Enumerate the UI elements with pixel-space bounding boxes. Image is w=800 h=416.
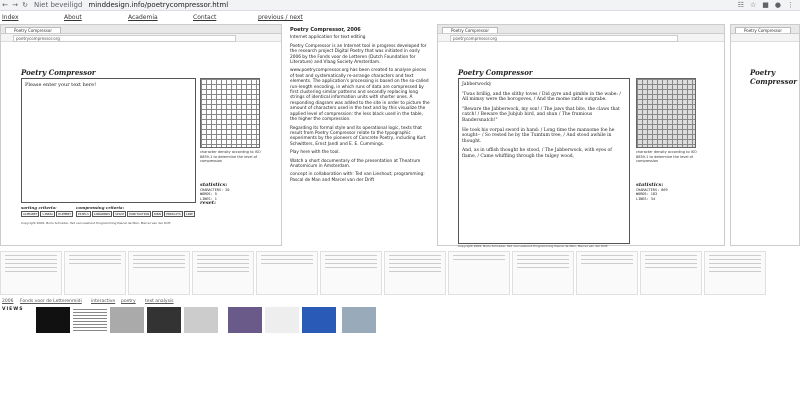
thumbnail[interactable] (704, 251, 766, 295)
thumbnail[interactable] (320, 251, 382, 295)
view-thumbnail[interactable] (184, 307, 218, 333)
desc-p4[interactable]: Watch a short documentary of the present… (290, 159, 430, 170)
thumbnail-strip (0, 251, 800, 296)
nav-about[interactable]: About (64, 14, 82, 21)
thumbnail[interactable] (192, 251, 254, 295)
view-thumbnail[interactable] (147, 307, 181, 333)
comp-punctuation-button[interactable]: PUNCTUATION (127, 211, 152, 217)
nav-prev-next[interactable]: previous / next (258, 14, 303, 21)
tag-link[interactable]: interactive (91, 299, 115, 304)
thumbnail[interactable] (384, 251, 446, 295)
profile-icon[interactable]: ● (775, 1, 781, 9)
security-label[interactable]: Niet beveiligd (34, 1, 82, 9)
comp-endigits-button[interactable]: ENDIGITS (164, 211, 183, 217)
thumbnail[interactable] (576, 251, 638, 295)
sort-lineal-button[interactable]: LINEAL (40, 211, 56, 217)
browser-toolbar: ← → ↻ Niet beveiligd minddesign.info/poe… (0, 0, 800, 11)
poem-title: Jabberwocky (462, 82, 492, 87)
view-thumbnail[interactable] (265, 307, 299, 333)
browser-tab: Poetry Compressor (5, 27, 61, 33)
thumbnail[interactable] (64, 251, 126, 295)
desc-heading: Poetry Compressor, 2006 (290, 27, 361, 33)
copyright-2: Copyright 2006. Boris Schrader, Ted van … (458, 244, 608, 248)
sort-alphabet-button[interactable]: ALPHABET (21, 211, 40, 217)
tag-link[interactable]: text analysis (145, 299, 174, 304)
statistics-2: statistics: CHARACTERS: 869 WORDS: 183 L… (636, 183, 668, 201)
statistics: statistics: CHARACTERS: 20 WORDS: 5 LINE… (200, 183, 230, 206)
translate-icon[interactable]: ☷ (738, 1, 744, 9)
comp-pixels-button[interactable]: PIXELS (76, 211, 91, 217)
star-icon[interactable]: ☆ (750, 1, 756, 9)
sorting-label: sorting criteria: (21, 205, 57, 210)
view-thumbnail[interactable] (302, 307, 336, 333)
tag-link[interactable]: poetry (121, 299, 136, 304)
project-description: Poetry Compressor, 2006 Internet applica… (290, 27, 430, 186)
sort-buttons: ALPHABET LINEAL ELEMENT (21, 211, 73, 217)
view-thumbnail[interactable] (110, 307, 144, 333)
poem-text[interactable]: Jabberwocky 'Twas brillig, and the slith… (458, 78, 630, 244)
density-grid-2 (636, 78, 696, 148)
view-thumbnail[interactable] (342, 307, 376, 333)
desc-p2: www.poetrycompressor.org has been create… (290, 68, 430, 123)
desc-p1: Poetry Compressor is an Internet tool in… (290, 43, 427, 66)
tag-link[interactable]: 2006 (2, 299, 13, 304)
menu-icon[interactable]: ⋮ (787, 1, 794, 9)
app-title-3: Poetry Compressor (750, 68, 797, 86)
compressing-label: compressing criteria: (76, 205, 125, 210)
poem-stanza: "Beware the Jabberwock, my son! / The ja… (462, 106, 620, 123)
window-address: poetrycompressor.org (13, 35, 237, 42)
desc-p5: concept in collaboration with: Ted van L… (290, 172, 425, 183)
density-note: character density according to ISO 8859-… (200, 150, 261, 163)
nav-index[interactable]: Index (2, 14, 19, 21)
site-nav: Index About Academia Contact previous / … (0, 12, 800, 22)
thumbnail[interactable] (128, 251, 190, 295)
density-note-2: character density according to ISO 8859-… (636, 150, 697, 163)
comp-longwords-button[interactable]: LONGWORDS (91, 211, 113, 217)
comp-line-button[interactable]: LINE (183, 211, 195, 217)
poem-stanza: 'Twas brillig, and the slithy toves / Di… (462, 91, 621, 103)
screenshot-window-3: Poetry Compressor (730, 24, 800, 246)
back-icon[interactable]: ← (0, 1, 10, 9)
extension-icon[interactable]: ■ (762, 1, 769, 9)
extensions: ☷ ☆ ■ ● ⋮ (738, 1, 800, 9)
view-thumbnail[interactable] (36, 307, 70, 333)
nav-academia[interactable]: Academia (128, 14, 158, 21)
view-thumbnail[interactable] (73, 307, 107, 333)
comp-space-button[interactable]: SPACE (113, 211, 127, 217)
desc-p3: Regarding its formal style and its opera… (290, 125, 426, 147)
view-thumbnail[interactable] (228, 307, 262, 333)
browser-tab-3: Poetry Compressor (735, 27, 791, 33)
tag-link[interactable]: Fonds voor de Letteren (20, 299, 72, 304)
copyright: Copyright 2006. Boris Schrader, Ted van … (21, 221, 171, 225)
forward-icon[interactable]: → (10, 1, 20, 9)
address-bar[interactable]: minddesign.info/poetrycompressor.html (88, 1, 228, 9)
stat-lines-2: LINES: 34 (636, 196, 655, 201)
poem-stanza: He took his vorpal sword in hand: / Long… (462, 127, 615, 144)
sort-element-button[interactable]: ELEMENT (56, 211, 73, 217)
thumbnail[interactable] (0, 251, 62, 295)
browser-tab-2: Poetry Compressor (442, 27, 498, 33)
window-address-2: poetrycompressor.org (450, 35, 678, 42)
text-input-area[interactable]: Please enter your text here! (21, 78, 196, 203)
thumbnail[interactable] (256, 251, 318, 295)
thumbnail[interactable] (448, 251, 510, 295)
app-title-2: Poetry Compressor (458, 68, 533, 77)
desc-sub: Internet application for text editing (290, 35, 366, 41)
reset-label: reset: (200, 200, 216, 206)
tag-link[interactable]: midi (72, 299, 82, 304)
app-title: Poetry Compressor (21, 68, 96, 77)
nav-contact[interactable]: Contact (193, 14, 216, 21)
comp-rows-button[interactable]: ROWS (152, 211, 164, 217)
thumbnail[interactable] (512, 251, 574, 295)
compress-buttons: PIXELS LONGWORDS SPACE PUNCTUATION ROWS … (76, 211, 195, 217)
reload-icon[interactable]: ↻ (20, 1, 30, 9)
thumbnail[interactable] (640, 251, 702, 295)
desc-play[interactable]: Play here with the tool. (290, 150, 430, 155)
views-label: VIEWS (2, 307, 24, 312)
density-grid (200, 78, 260, 148)
poem-stanza: And, as in uffish thought he stood, / Th… (462, 148, 612, 159)
